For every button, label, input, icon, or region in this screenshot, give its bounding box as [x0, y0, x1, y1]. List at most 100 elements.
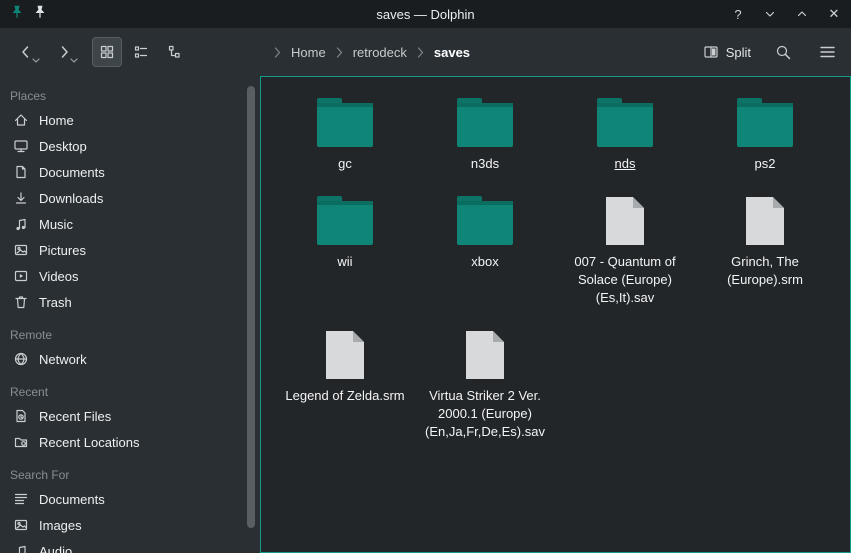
- grid-item-folder-ps2[interactable]: ps2: [695, 95, 835, 173]
- trash-icon: [13, 294, 29, 310]
- folder-icon: [457, 201, 513, 245]
- grid-item-file-legend-of-zelda[interactable]: Legend of Zelda.srm: [275, 327, 415, 441]
- grid-item-folder-nds[interactable]: nds: [555, 95, 695, 173]
- document-icon: [13, 164, 29, 180]
- close-button[interactable]: ✕: [827, 7, 841, 21]
- sidebar-item-trash[interactable]: Trash: [0, 289, 260, 315]
- breadcrumb-saves[interactable]: saves: [434, 45, 470, 60]
- folder-icon: [457, 103, 513, 147]
- breadcrumb-retrodeck[interactable]: retrodeck: [353, 45, 407, 60]
- item-label: 007 - Quantum of Solace (Europe) (Es,It)…: [564, 253, 686, 307]
- section-remote: Remote: [0, 321, 260, 346]
- chevron-down-icon: [32, 58, 40, 63]
- split-view-icon: [703, 44, 719, 60]
- picture-icon: [13, 242, 29, 258]
- sidebar-item-home[interactable]: Home: [0, 107, 260, 133]
- search-icon: [775, 44, 792, 61]
- maximize-button[interactable]: [795, 7, 809, 21]
- breadcrumb-home[interactable]: Home: [291, 45, 326, 60]
- sidebar-item-music[interactable]: Music: [0, 211, 260, 237]
- recent-files-icon: [13, 408, 29, 424]
- grid-item-file-grinch[interactable]: Grinch, The (Europe).srm: [695, 193, 835, 307]
- window-body: Places Home Desktop Documents Downloads …: [0, 76, 851, 553]
- view-mode-buttons: [92, 37, 190, 67]
- places-panel: Places Home Desktop Documents Downloads …: [0, 76, 260, 553]
- tree-view-icon: [167, 44, 183, 60]
- pin-icon: [10, 5, 24, 24]
- section-search-for: Search For: [0, 461, 260, 486]
- file-icon: [746, 197, 784, 245]
- file-icon: [466, 331, 504, 379]
- grid-item-folder-wii[interactable]: wii: [275, 193, 415, 307]
- item-label: gc: [338, 155, 352, 173]
- item-label: Legend of Zelda.srm: [285, 387, 404, 405]
- pin-icon: [33, 5, 47, 24]
- folder-icon: [737, 103, 793, 147]
- recent-locations-icon: [13, 434, 29, 450]
- folder-icon: [597, 103, 653, 147]
- icons-view-button[interactable]: [92, 37, 122, 67]
- folder-icon: [317, 201, 373, 245]
- sidebar-scrollbar[interactable]: [247, 86, 255, 528]
- grid-item-file-007-quantum-of-solace[interactable]: 007 - Quantum of Solace (Europe) (Es,It)…: [555, 193, 695, 307]
- split-button[interactable]: Split: [703, 44, 751, 60]
- sidebar-item-search-audio[interactable]: Audio: [0, 538, 260, 553]
- section-recent: Recent: [0, 378, 260, 403]
- menu-button[interactable]: [815, 40, 839, 64]
- titlebar: saves — Dolphin ? ✕: [0, 0, 851, 28]
- grid-item-folder-gc[interactable]: gc: [275, 95, 415, 173]
- item-label: Grinch, The (Europe).srm: [704, 253, 826, 289]
- sidebar-item-network[interactable]: Network: [0, 346, 260, 372]
- folder-view[interactable]: gc n3ds nds ps2 wii: [260, 76, 851, 553]
- minimize-button[interactable]: [763, 7, 777, 21]
- back-button[interactable]: [12, 38, 40, 66]
- file-icon: [326, 331, 364, 379]
- sidebar-item-recent-locations[interactable]: Recent Locations: [0, 429, 260, 455]
- tree-view-button[interactable]: [160, 37, 190, 67]
- chevron-down-icon: [70, 58, 78, 63]
- sidebar-item-search-images[interactable]: Images: [0, 512, 260, 538]
- icons-view-icon: [99, 44, 115, 60]
- split-button-label: Split: [726, 45, 751, 60]
- grid-item-folder-xbox[interactable]: xbox: [415, 193, 555, 307]
- hamburger-menu-icon: [819, 45, 836, 59]
- sidebar-item-recent-files[interactable]: Recent Files: [0, 403, 260, 429]
- toolbar-right: Split: [703, 40, 839, 64]
- file-grid: gc n3ds nds ps2 wii: [261, 77, 850, 441]
- network-globe-icon: [13, 351, 29, 367]
- folder-icon: [317, 103, 373, 147]
- item-label: Virtua Striker 2 Ver. 2000.1 (Europe) (E…: [424, 387, 546, 441]
- music-note-icon: [13, 543, 29, 553]
- chevron-right-icon: [274, 47, 281, 58]
- item-label: ps2: [755, 155, 776, 173]
- file-icon: [606, 197, 644, 245]
- sidebar-item-downloads[interactable]: Downloads: [0, 185, 260, 211]
- details-view-button[interactable]: [126, 37, 156, 67]
- titlebar-icons: [10, 5, 47, 24]
- forward-button[interactable]: [50, 38, 78, 66]
- download-icon: [13, 190, 29, 206]
- sidebar-item-pictures[interactable]: Pictures: [0, 237, 260, 263]
- grid-item-file-virtua-striker[interactable]: Virtua Striker 2 Ver. 2000.1 (Europe) (E…: [415, 327, 555, 441]
- desktop-icon: [13, 138, 29, 154]
- window-title: saves — Dolphin: [0, 7, 851, 22]
- sidebar-item-desktop[interactable]: Desktop: [0, 133, 260, 159]
- item-label: wii: [337, 253, 352, 271]
- sidebar-item-videos[interactable]: Videos: [0, 263, 260, 289]
- video-icon: [13, 268, 29, 284]
- main-toolbar: Home retrodeck saves Split: [0, 28, 851, 76]
- details-view-icon: [133, 44, 149, 60]
- item-label: nds: [615, 155, 636, 173]
- navigation-buttons: [12, 38, 78, 66]
- window-controls: ? ✕: [731, 7, 841, 21]
- search-button[interactable]: [771, 40, 795, 64]
- breadcrumb: Home retrodeck saves: [274, 45, 470, 60]
- dolphin-window: saves — Dolphin ? ✕: [0, 0, 851, 553]
- grid-item-folder-n3ds[interactable]: n3ds: [415, 95, 555, 173]
- help-button[interactable]: ?: [731, 7, 745, 21]
- item-label: xbox: [471, 253, 498, 271]
- sidebar-item-documents[interactable]: Documents: [0, 159, 260, 185]
- chevron-right-icon: [417, 47, 424, 58]
- music-note-icon: [13, 216, 29, 232]
- sidebar-item-search-documents[interactable]: Documents: [0, 486, 260, 512]
